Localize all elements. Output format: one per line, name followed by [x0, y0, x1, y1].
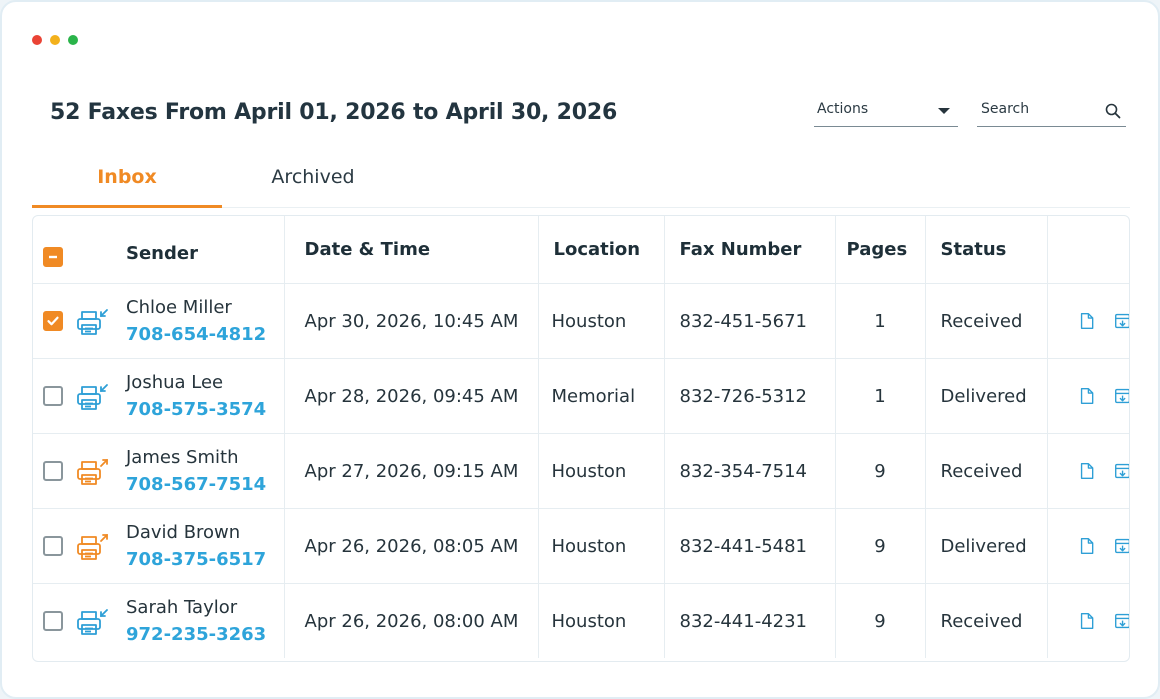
actions-dropdown[interactable]: Actions — [814, 96, 958, 127]
sender-cell: Chloe Miller 708-654-4812 — [33, 283, 285, 359]
search-input[interactable] — [977, 98, 1097, 120]
fax-incoming-icon — [77, 609, 108, 635]
tab-bar: Inbox Archived — [32, 162, 1130, 208]
sender-phone-link[interactable]: 708-575-3574 — [126, 399, 266, 420]
close-dot[interactable] — [32, 35, 42, 45]
sender-phone-link[interactable]: 708-567-7514 — [126, 474, 266, 495]
row-checkbox[interactable] — [43, 386, 63, 406]
table-row[interactable]: Sarah Taylor 972-235-3263 Apr 26, 2026, … — [33, 583, 1130, 659]
row-checkbox[interactable] — [43, 461, 63, 481]
column-header-fax-number[interactable]: Fax Number — [664, 216, 836, 284]
row-checkbox[interactable] — [43, 536, 63, 556]
archive-icon[interactable] — [1114, 461, 1130, 481]
actions-cell — [1047, 584, 1130, 659]
pages-cell: 9 — [835, 508, 926, 584]
fax-table: Sender Date & Time Location Fax Number P… — [32, 215, 1130, 662]
datetime-cell: Apr 28, 2026, 09:45 AM — [284, 358, 539, 434]
archive-icon[interactable] — [1114, 536, 1130, 556]
document-icon[interactable] — [1079, 386, 1094, 406]
window-controls — [32, 35, 78, 45]
datetime-cell: Apr 26, 2026, 08:05 AM — [284, 508, 539, 584]
location-cell: Houston — [538, 433, 665, 509]
fax-number-cell: 832-726-5312 — [664, 358, 836, 434]
status-cell: Received — [925, 433, 1048, 509]
maximize-dot[interactable] — [68, 35, 78, 45]
status-cell: Received — [925, 583, 1048, 658]
sender-cell: David Brown 708-375-6517 — [33, 508, 285, 584]
status-cell: Delivered — [925, 508, 1048, 584]
fax-number-cell: 832-441-4231 — [664, 583, 836, 658]
table-row[interactable]: David Brown 708-375-6517 Apr 26, 2026, 0… — [33, 508, 1130, 584]
actions-label: Actions — [817, 101, 869, 117]
location-cell: Memorial — [538, 358, 665, 434]
location-cell: Houston — [538, 583, 665, 658]
sender-cell: Sarah Taylor 972-235-3263 — [33, 583, 285, 658]
caret-down-icon — [938, 108, 950, 114]
minimize-dot[interactable] — [50, 35, 60, 45]
sender-cell: James Smith 708-567-7514 — [33, 433, 285, 509]
pages-cell: 9 — [835, 433, 926, 509]
archive-icon[interactable] — [1114, 311, 1130, 331]
fax-incoming-icon — [77, 309, 108, 335]
column-header-status[interactable]: Status — [925, 216, 1048, 284]
location-cell: Houston — [538, 508, 665, 584]
column-header-datetime[interactable]: Date & Time — [284, 216, 539, 284]
datetime-cell: Apr 27, 2026, 09:15 AM — [284, 433, 539, 509]
app-window: 52 Faxes From April 01, 2026 to April 30… — [0, 0, 1160, 699]
column-header-actions — [1047, 216, 1129, 284]
document-icon[interactable] — [1079, 611, 1094, 631]
search-box — [977, 96, 1126, 127]
select-all-checkbox[interactable] — [43, 247, 63, 267]
table-row[interactable]: Joshua Lee 708-575-3574 Apr 28, 2026, 09… — [33, 358, 1130, 434]
actions-cell — [1047, 283, 1130, 359]
row-checkbox[interactable] — [43, 611, 63, 631]
sender-name: Sarah Taylor — [126, 597, 238, 618]
column-header-sender: Sender — [33, 216, 285, 284]
sender-name: Chloe Miller — [126, 297, 232, 318]
sender-name: James Smith — [126, 447, 239, 468]
sender-name: David Brown — [126, 522, 241, 543]
sender-name: Joshua Lee — [126, 372, 224, 393]
column-sender-label: Sender — [126, 243, 198, 264]
fax-number-cell: 832-354-7514 — [664, 433, 836, 509]
sender-phone-link[interactable]: 708-654-4812 — [126, 324, 266, 345]
status-cell: Received — [925, 283, 1048, 359]
pages-cell: 9 — [835, 583, 926, 658]
document-icon[interactable] — [1079, 536, 1094, 556]
datetime-cell: Apr 26, 2026, 08:00 AM — [284, 583, 539, 658]
tab-archived[interactable]: Archived — [223, 166, 403, 208]
fax-incoming-icon — [77, 384, 108, 410]
fax-outgoing-icon — [77, 534, 108, 560]
fax-number-cell: 832-441-5481 — [664, 508, 836, 584]
document-icon[interactable] — [1079, 461, 1094, 481]
actions-cell — [1047, 433, 1130, 509]
archive-icon[interactable] — [1114, 611, 1130, 631]
page-title: 52 Faxes From April 01, 2026 to April 30… — [50, 100, 618, 125]
pages-cell: 1 — [835, 358, 926, 434]
sender-cell: Joshua Lee 708-575-3574 — [33, 358, 285, 434]
status-cell: Delivered — [925, 358, 1048, 434]
tab-inbox[interactable]: Inbox — [32, 166, 222, 208]
pages-cell: 1 — [835, 283, 926, 359]
archive-icon[interactable] — [1114, 386, 1130, 406]
column-header-pages[interactable]: Pages — [835, 216, 926, 284]
document-icon[interactable] — [1079, 311, 1094, 331]
actions-cell — [1047, 358, 1130, 434]
sender-phone-link[interactable]: 708-375-6517 — [126, 549, 266, 570]
datetime-cell: Apr 30, 2026, 10:45 AM — [284, 283, 539, 359]
sender-phone-link[interactable]: 972-235-3263 — [126, 624, 266, 645]
table-header-row: Sender Date & Time Location Fax Number P… — [33, 216, 1129, 284]
fax-outgoing-icon — [77, 459, 108, 485]
location-cell: Houston — [538, 283, 665, 359]
actions-cell — [1047, 508, 1130, 584]
table-row[interactable]: James Smith 708-567-7514 Apr 27, 2026, 0… — [33, 433, 1130, 509]
table-row[interactable]: Chloe Miller 708-654-4812 Apr 30, 2026, … — [33, 283, 1130, 359]
search-icon[interactable] — [1105, 103, 1121, 119]
fax-number-cell: 832-451-5671 — [664, 283, 836, 359]
row-checkbox[interactable] — [43, 311, 63, 331]
column-header-location[interactable]: Location — [538, 216, 665, 284]
